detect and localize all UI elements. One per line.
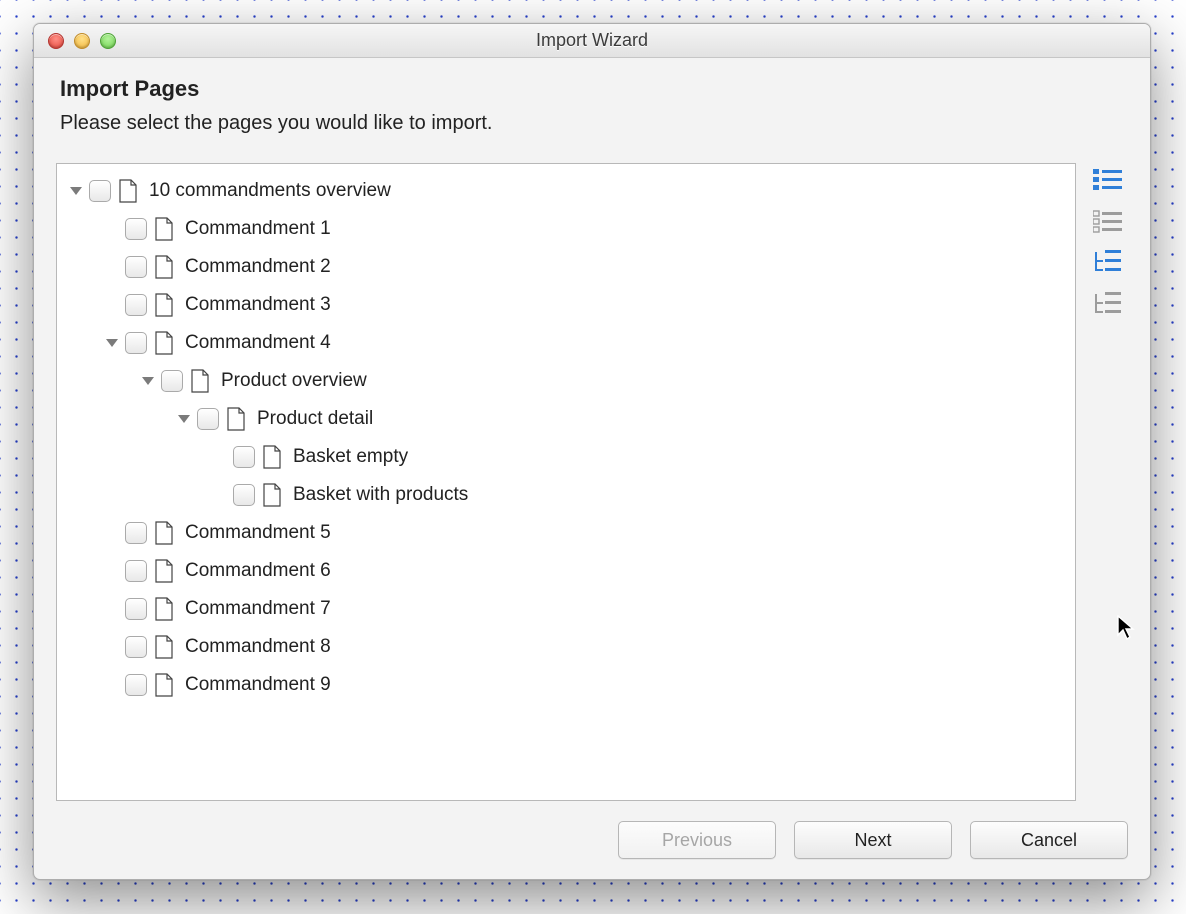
page-icon [189,368,211,394]
tree-row-c7[interactable]: Commandment 7 [57,590,1075,628]
checkbox[interactable] [89,180,111,202]
disclosure-toggle[interactable] [65,180,87,202]
checkbox[interactable] [197,408,219,430]
tree-label: Commandment 4 [185,332,331,354]
disclosure-toggle[interactable] [173,408,195,430]
page-icon [153,558,175,584]
checkbox[interactable] [125,598,147,620]
select-all-icon[interactable] [1092,165,1124,193]
tree-row-pd[interactable]: Product detail [57,400,1075,438]
previous-button: Previous [618,821,776,859]
page-title: Import Pages [60,76,1124,102]
disclosure-toggle[interactable] [137,370,159,392]
tree-label: Commandment 1 [185,218,331,240]
checkbox[interactable] [125,674,147,696]
cancel-button[interactable]: Cancel [970,821,1128,859]
zoom-window-icon[interactable] [100,33,116,49]
expand-all-icon[interactable] [1092,249,1124,277]
checkbox[interactable] [233,484,255,506]
content-area: 10 commandments overview Commandment 1 C… [34,163,1150,817]
minimize-window-icon[interactable] [74,33,90,49]
page-icon [153,672,175,698]
tree-row-bw[interactable]: Basket with products [57,476,1075,514]
tree-row-c5[interactable]: Commandment 5 [57,514,1075,552]
wizard-header: Import Pages Please select the pages you… [34,58,1150,163]
tree-row-c6[interactable]: Commandment 6 [57,552,1075,590]
page-icon [153,216,175,242]
tree-label: Commandment 6 [185,560,331,582]
tree-label: Basket empty [293,446,408,468]
titlebar: Import Wizard [34,24,1150,58]
page-icon [153,596,175,622]
checkbox[interactable] [125,256,147,278]
page-icon [225,406,247,432]
page-icon [153,520,175,546]
page-icon [153,330,175,356]
collapse-all-icon[interactable] [1092,291,1124,319]
wizard-footer: Previous Next Cancel [34,817,1150,879]
close-window-icon[interactable] [48,33,64,49]
disclosure-toggle[interactable] [101,332,123,354]
page-icon [261,444,283,470]
tree-label: Commandment 9 [185,674,331,696]
window-title: Import Wizard [34,30,1150,51]
checkbox[interactable] [125,294,147,316]
tree-row-c2[interactable]: Commandment 2 [57,248,1075,286]
page-icon [261,482,283,508]
tree-row-c8[interactable]: Commandment 8 [57,628,1075,666]
tree-row-be[interactable]: Basket empty [57,438,1075,476]
tree-row-po[interactable]: Product overview [57,362,1075,400]
tree-row-c4[interactable]: Commandment 4 [57,324,1075,362]
tree-row-c9[interactable]: Commandment 9 [57,666,1075,704]
checkbox[interactable] [125,218,147,240]
page-icon [153,292,175,318]
checkbox[interactable] [233,446,255,468]
checkbox[interactable] [125,636,147,658]
tree-label: Commandment 5 [185,522,331,544]
tree-label: 10 commandments overview [149,180,391,202]
page-icon [153,634,175,660]
checkbox[interactable] [125,332,147,354]
next-button[interactable]: Next [794,821,952,859]
tree-row-root[interactable]: 10 commandments overview [57,172,1075,210]
tree-label: Commandment 3 [185,294,331,316]
tree-row-c3[interactable]: Commandment 3 [57,286,1075,324]
checkbox[interactable] [125,560,147,582]
page-subtitle: Please select the pages you would like t… [60,112,1124,135]
tree-label: Basket with products [293,484,468,506]
import-wizard-window: Import Wizard Import Pages Please select… [33,23,1151,880]
page-icon [117,178,139,204]
tree-label: Commandment 8 [185,636,331,658]
tree-label: Commandment 7 [185,598,331,620]
checkbox[interactable] [125,522,147,544]
window-traffic-lights [48,33,116,49]
tree-label: Product detail [257,408,373,430]
tree-label: Product overview [221,370,367,392]
tree-toolbar [1086,163,1130,801]
tree-label: Commandment 2 [185,256,331,278]
page-icon [153,254,175,280]
checkbox[interactable] [161,370,183,392]
page-tree[interactable]: 10 commandments overview Commandment 1 C… [56,163,1076,801]
deselect-all-icon[interactable] [1092,207,1124,235]
tree-row-c1[interactable]: Commandment 1 [57,210,1075,248]
